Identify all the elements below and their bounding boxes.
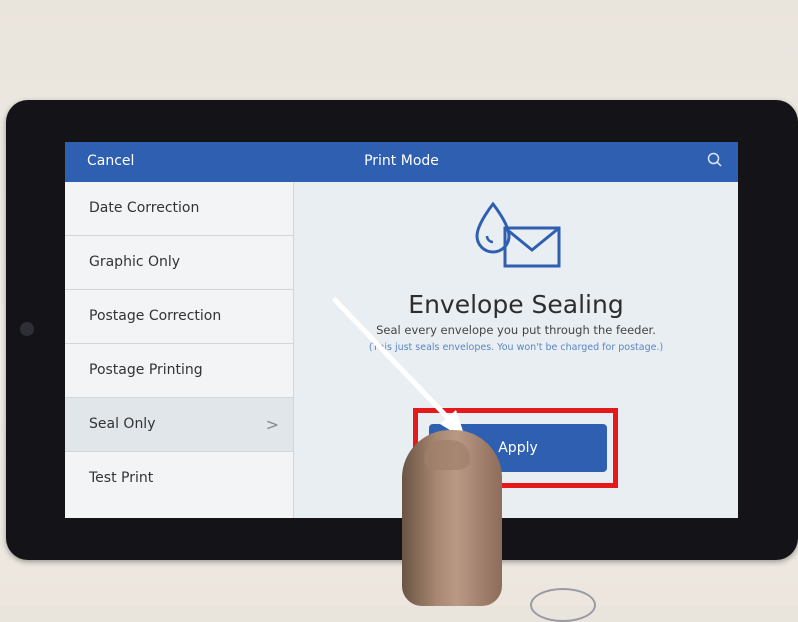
device-logo: [530, 588, 596, 622]
pointing-finger: [402, 430, 502, 606]
annotation-arrow: [332, 297, 466, 440]
fingernail: [424, 440, 470, 470]
